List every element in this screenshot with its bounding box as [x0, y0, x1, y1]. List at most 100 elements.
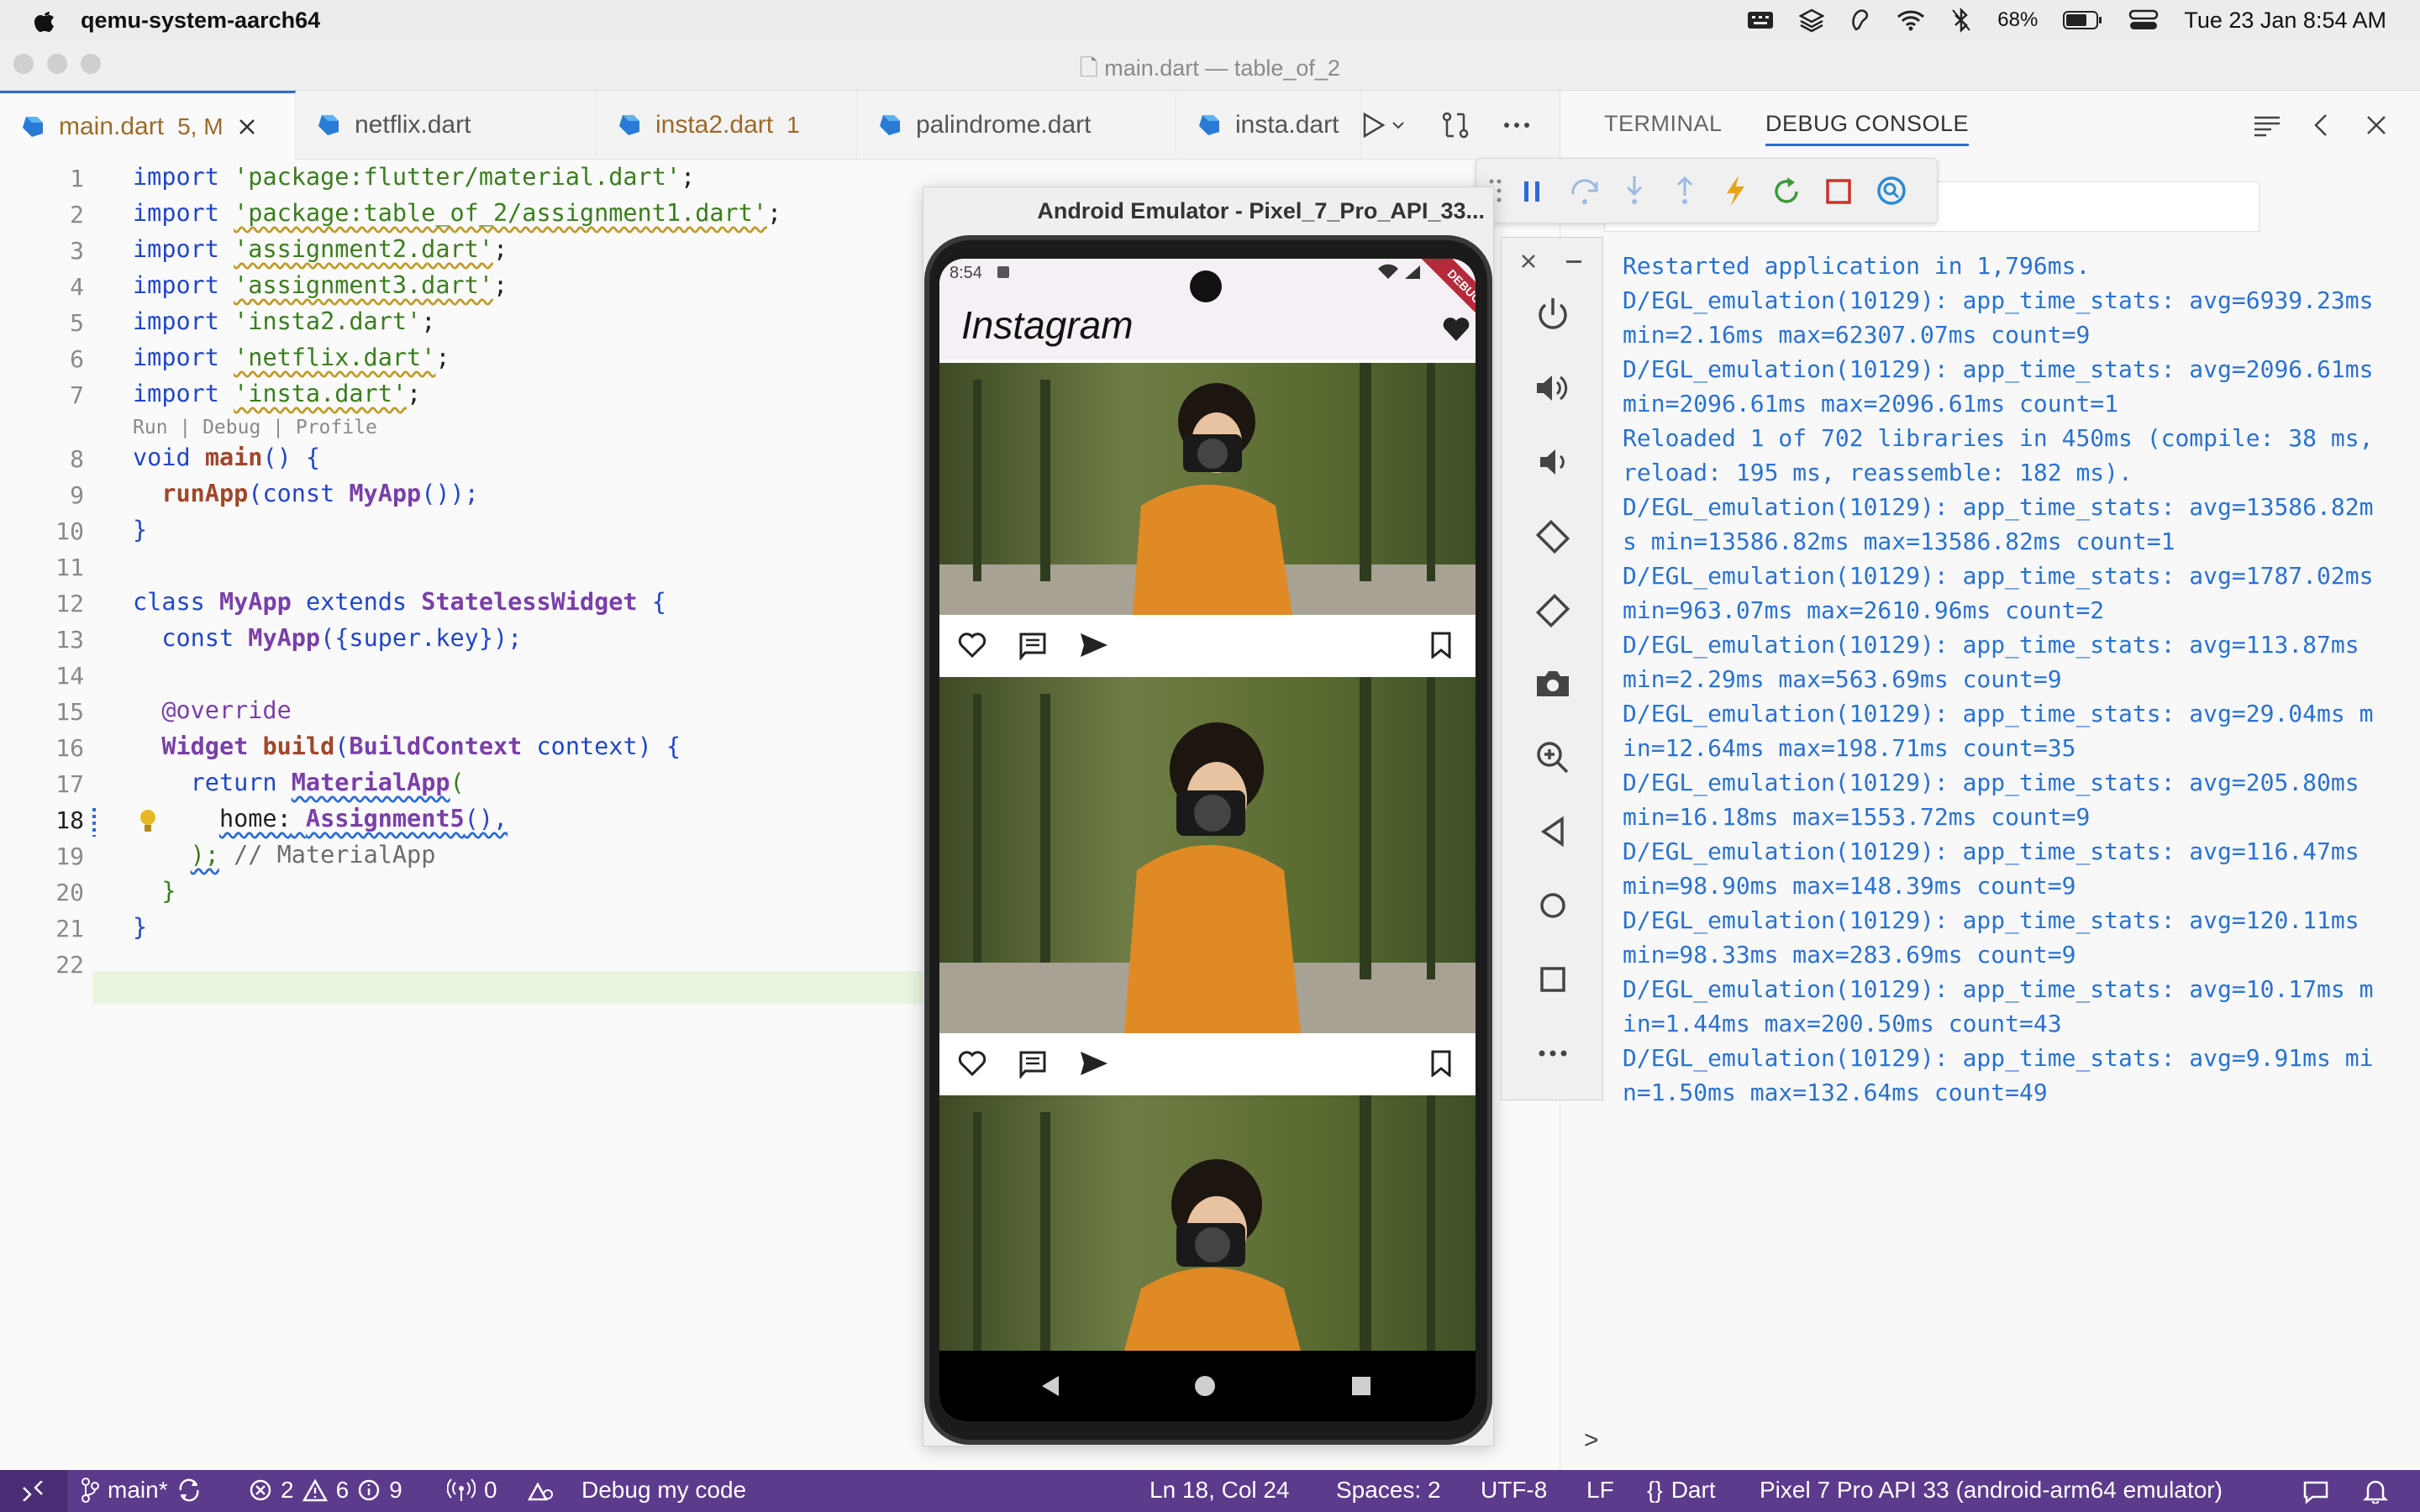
remote-indicator[interactable]: [0, 1470, 67, 1512]
code-line: Widget build(BuildContext context) {: [161, 732, 681, 760]
code-line: import 'package:flutter/material.dart';: [133, 163, 696, 191]
hot-reload-icon[interactable]: [1722, 174, 1749, 207]
line-number: 22: [55, 951, 84, 979]
zoom-icon[interactable]: [1534, 738, 1572, 777]
warning-icon: [302, 1478, 328, 1502]
line-number: 2: [70, 201, 84, 228]
lightbulb-icon[interactable]: [138, 808, 158, 835]
branch-indicator[interactable]: main*: [81, 1477, 202, 1504]
minimize-icon[interactable]: [1565, 260, 1582, 265]
like-icon[interactable]: [958, 632, 986, 659]
keyboard-icon[interactable]: [1747, 9, 1774, 31]
home-icon[interactable]: [1534, 886, 1572, 925]
devtools-search-icon[interactable]: [1875, 174, 1908, 207]
chevron-left-icon[interactable]: [2312, 113, 2330, 138]
tab-debug-console[interactable]: DEBUG CONSOLE: [1765, 111, 1970, 146]
layers-icon[interactable]: [1799, 8, 1825, 33]
step-out-icon[interactable]: [1670, 174, 1700, 207]
heart-filled-icon[interactable]: [1442, 316, 1470, 343]
status-bar: main* 2 6 9 0 Debug my code Ln 18, Col 2…: [0, 1470, 2420, 1512]
post-photo[interactable]: [939, 363, 1476, 615]
emulator-title[interactable]: Android Emulator - Pixel_7_Pro_API_33...: [923, 187, 1495, 234]
code-line: }: [161, 877, 176, 905]
step-into-icon[interactable]: [1619, 174, 1649, 207]
volume-up-icon[interactable]: [1534, 369, 1572, 407]
debug-indicator[interactable]: Debug my code: [526, 1477, 746, 1504]
comment-icon[interactable]: [1018, 632, 1047, 660]
tab-terminal[interactable]: TERMINAL: [1604, 111, 1723, 137]
code-line: runApp(const MyApp());: [161, 480, 479, 507]
log-line: D/EGL_emulation(10129): app_time_stats: …: [1623, 906, 2360, 934]
encoding[interactable]: UTF-8: [1481, 1477, 1547, 1504]
send-icon[interactable]: [1079, 1050, 1109, 1077]
camera-cutout: [1190, 270, 1222, 302]
more-icon[interactable]: [1502, 121, 1531, 129]
feedback-icon[interactable]: [2302, 1480, 2329, 1504]
back-icon[interactable]: [1039, 1374, 1060, 1398]
tab-insta-dart[interactable]: insta.dart: [1176, 91, 1361, 160]
home-icon[interactable]: [1193, 1374, 1217, 1398]
more-icon[interactable]: [1534, 1034, 1572, 1073]
camera-icon[interactable]: [1534, 664, 1572, 703]
volume-down-icon[interactable]: [1534, 443, 1572, 481]
app-name[interactable]: qemu-system-aarch64: [81, 8, 320, 34]
line-number: 21: [55, 915, 84, 942]
rotate-right-icon[interactable]: [1534, 591, 1572, 629]
close-panel-icon[interactable]: [2365, 114, 2387, 136]
run-icon[interactable]: [1361, 112, 1408, 139]
codelens-run-debug-profile[interactable]: Run | Debug | Profile: [133, 417, 377, 438]
post-photo[interactable]: [939, 677, 1476, 1033]
sync-icon[interactable]: [176, 1478, 202, 1503]
language-label: Dart: [1670, 1477, 1716, 1503]
overview-icon[interactable]: [1534, 960, 1572, 999]
language-mode[interactable]: {} Dart: [1647, 1477, 1716, 1504]
tab-insta2-dart[interactable]: insta2.dart 1: [597, 91, 857, 160]
battery-icon[interactable]: [2063, 10, 2103, 30]
like-icon[interactable]: [958, 1050, 986, 1077]
post-photo[interactable]: [939, 1095, 1476, 1351]
pause-icon[interactable]: [1518, 177, 1545, 206]
step-over-icon[interactable]: [1569, 176, 1601, 207]
comment-icon[interactable]: [1018, 1050, 1047, 1079]
power-icon[interactable]: [1534, 295, 1572, 333]
tab-netflix-dart[interactable]: netflix.dart: [296, 91, 597, 160]
dart-file-icon: [619, 115, 639, 135]
filter-list-icon[interactable]: [2253, 113, 2281, 138]
line-number: 3: [70, 237, 84, 265]
code-line: const MyApp({super.key});: [161, 624, 523, 652]
bookmark-icon[interactable]: [1430, 1050, 1452, 1077]
tab-palindrome-dart[interactable]: palindrome.dart: [857, 91, 1176, 160]
line-number: 4: [70, 273, 84, 301]
stop-icon[interactable]: [1824, 177, 1853, 206]
close-icon[interactable]: [237, 117, 257, 137]
control-center-icon[interactable]: [2128, 8, 2159, 32]
recents-icon[interactable]: [1351, 1376, 1371, 1396]
close-icon[interactable]: [1520, 253, 1537, 270]
problems-indicator[interactable]: 2 6 9: [249, 1477, 402, 1504]
dart-file-icon: [880, 115, 900, 135]
end-of-line[interactable]: LF: [1586, 1477, 1614, 1504]
bookmark-icon[interactable]: [1430, 632, 1452, 659]
compare-changes-icon[interactable]: [1440, 111, 1470, 139]
back-icon[interactable]: [1534, 812, 1572, 851]
tab-main-dart[interactable]: main.dart 5, M: [0, 91, 296, 160]
clock[interactable]: Tue 23 Jan 8:54 AM: [2184, 8, 2386, 34]
app-icon[interactable]: [1849, 8, 1871, 33]
bluetooth-icon[interactable]: [1950, 8, 1972, 33]
log-line: reload: 195 ms, reassemble: 182 ms).: [1623, 459, 2133, 486]
ports-indicator[interactable]: 0: [447, 1477, 497, 1504]
signal-icon: [1405, 265, 1420, 279]
device-selector[interactable]: Pixel 7 Pro API 33 (android-arm64 emulat…: [1760, 1477, 2223, 1504]
broadcast-icon: [447, 1478, 476, 1501]
console-prompt[interactable]: >: [1584, 1426, 1599, 1455]
cursor-position[interactable]: Ln 18, Col 24: [1150, 1477, 1290, 1504]
apple-icon[interactable]: [34, 8, 55, 33]
send-icon[interactable]: [1079, 632, 1109, 659]
phone-screen[interactable]: 8:54 DEBUG Instagram: [939, 259, 1476, 1421]
indentation[interactable]: Spaces: 2: [1336, 1477, 1441, 1504]
restart-icon[interactable]: [1770, 176, 1802, 207]
notifications-bell-icon[interactable]: [2363, 1478, 2388, 1504]
code-line: return MaterialApp(: [190, 769, 465, 796]
rotate-left-icon[interactable]: [1534, 517, 1572, 555]
wifi-icon[interactable]: [1897, 9, 1925, 31]
